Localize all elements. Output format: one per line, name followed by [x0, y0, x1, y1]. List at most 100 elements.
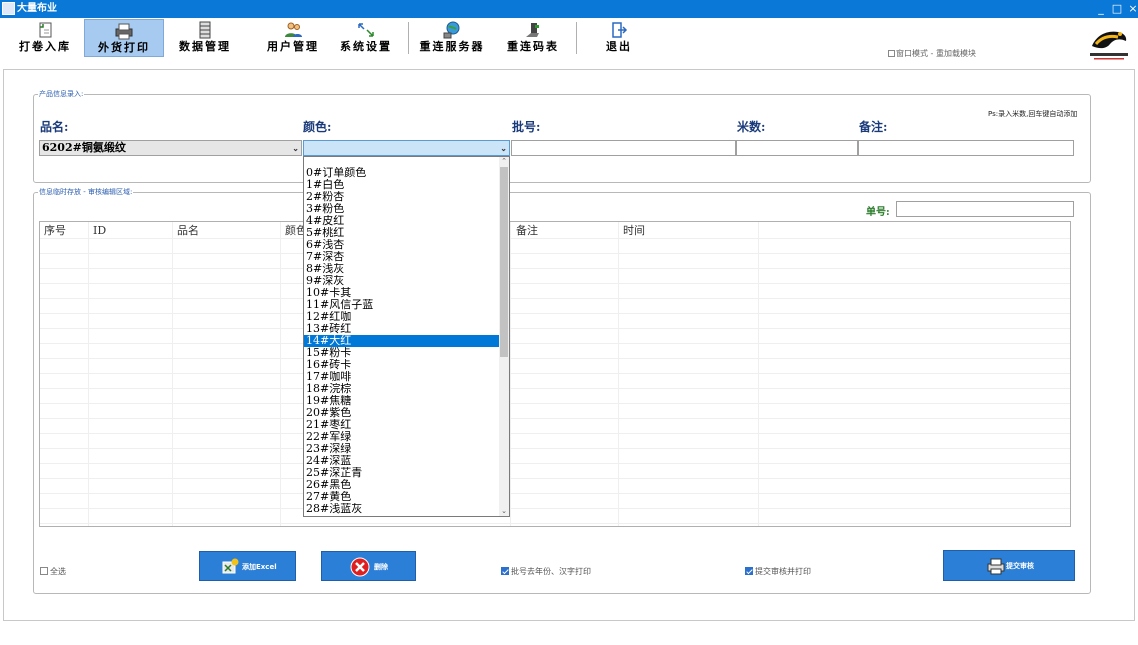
table-row-line	[40, 463, 1070, 464]
product-name-value: 6202#铜氨缎纹	[42, 141, 126, 154]
window-mode-checkbox[interactable]	[888, 50, 895, 57]
color-option[interactable]: 7#深杏	[304, 251, 500, 263]
color-option[interactable]: 16#砖卡	[304, 359, 500, 371]
table-row-line	[40, 313, 1070, 314]
batch-no-year-label: 批号去年份、汉字打印	[511, 567, 591, 576]
window-title: 大量布业	[17, 3, 57, 14]
color-option[interactable]: 13#砖红	[304, 323, 500, 335]
group-legend: 信息临时存放 - 审核编辑区域:	[38, 187, 134, 197]
close-button[interactable]: ×	[1126, 1, 1138, 17]
table-row-line	[40, 268, 1070, 269]
tab-exit[interactable]: 退出	[594, 19, 644, 57]
delete-label: 删除	[374, 563, 388, 571]
toolbar-separator	[576, 22, 577, 54]
scroll-up-icon[interactable]: ⌃	[499, 157, 509, 166]
column-header-id[interactable]: ID	[93, 223, 106, 238]
tab-data-management[interactable]: 数据管理	[174, 19, 236, 57]
checkbox-box[interactable]	[745, 567, 753, 575]
color-option[interactable]: 5#桃红	[304, 227, 500, 239]
color-option[interactable]: 8#浅灰	[304, 263, 500, 275]
color-combobox[interactable]: ⌄	[303, 140, 510, 156]
color-option[interactable]: 27#黄色	[304, 491, 500, 503]
color-option[interactable]: 14#大红	[304, 335, 500, 347]
records-table[interactable]: 序号 ID 品名 颜色 备注 时间	[39, 221, 1071, 527]
add-excel-button[interactable]: 添加Excel	[199, 551, 296, 581]
color-option[interactable]: 2#粉杏	[304, 191, 500, 203]
column-header-time[interactable]: 时间	[623, 223, 645, 238]
select-all-checkbox[interactable]: 全选	[40, 566, 66, 577]
checkbox-box[interactable]	[40, 567, 48, 575]
dropdown-scrollbar[interactable]: ⌃ ⌄	[499, 157, 509, 516]
excel-plus-icon	[222, 558, 239, 574]
table-row-line	[40, 373, 1070, 374]
color-option[interactable]: 17#咖啡	[304, 371, 500, 383]
checkbox-box[interactable]	[501, 567, 509, 575]
tab-label: 外货打印	[98, 41, 150, 54]
color-options[interactable]: 0#订单颜色 1#白色 2#粉杏 3#粉色 4#皮红 5#桃红 6#浅杏 7#深杏 8#浅灰 9#…	[304, 167, 500, 515]
toolbar: 打卷入库 外货打印 数据管理 用户管理 系统设置 重连服务器 重连码表 退出 窗…	[0, 18, 1138, 66]
exit-icon	[612, 22, 628, 38]
table-column-line	[758, 222, 759, 526]
remark-input[interactable]	[858, 140, 1074, 156]
color-option[interactable]: 6#浅杏	[304, 239, 500, 251]
color-option[interactable]: 4#皮红	[304, 215, 500, 227]
toolbar-separator	[408, 22, 409, 54]
tab-user-management[interactable]: 用户管理	[260, 19, 326, 57]
color-option[interactable]: 10#卡其	[304, 287, 500, 299]
tab-reconnect-scale[interactable]: 重连码表	[500, 19, 566, 57]
color-dropdown-list[interactable]: 0#订单颜色 1#白色 2#粉杏 3#粉色 4#皮红 5#桃红 6#浅杏 7#深杏 8#浅灰 9#…	[303, 156, 510, 517]
scroll-down-icon[interactable]: ⌄	[499, 507, 509, 516]
column-header-seq[interactable]: 序号	[44, 223, 66, 238]
tab-reconnect-server[interactable]: 重连服务器	[414, 19, 490, 57]
order-number-input[interactable]	[896, 201, 1074, 217]
batch-input[interactable]	[511, 140, 736, 156]
color-option[interactable]: 19#焦糖	[304, 395, 500, 407]
maximize-button[interactable]: □	[1110, 1, 1124, 17]
chevron-down-icon[interactable]: ⌄	[500, 141, 507, 155]
color-option[interactable]: 25#深芷青	[304, 467, 500, 479]
meters-input[interactable]	[736, 140, 858, 156]
delete-button[interactable]: 删除	[321, 551, 416, 581]
submit-print-checkbox[interactable]: 提交审核并打印	[745, 566, 811, 577]
color-option[interactable]: 23#深绿	[304, 443, 500, 455]
window-mode-toggle[interactable]: 窗口模式 - 重加载模块	[888, 48, 976, 59]
table-row-line	[40, 343, 1070, 344]
color-option[interactable]: 11#风信子蓝	[304, 299, 500, 311]
company-logo	[1090, 31, 1128, 60]
color-option[interactable]: 9#深灰	[304, 275, 500, 287]
product-name-combobox[interactable]: 6202#铜氨缎纹 ⌄	[39, 140, 302, 156]
table-row-line	[40, 358, 1070, 359]
color-option[interactable]: 15#粉卡	[304, 347, 500, 359]
column-header-name[interactable]: 品名	[177, 223, 199, 238]
color-option[interactable]: 22#军绿	[304, 431, 500, 443]
table-row-line	[40, 388, 1070, 389]
color-option[interactable]: 26#黑色	[304, 479, 500, 491]
table-row-line	[40, 418, 1070, 419]
tab-outbound-print[interactable]: 外货打印	[84, 19, 164, 57]
column-header-remark[interactable]: 备注	[516, 223, 538, 238]
tab-label: 退出	[606, 40, 632, 53]
minimize-button[interactable]: _	[1094, 1, 1108, 17]
color-option[interactable]: 0#订单颜色	[304, 167, 500, 179]
delete-x-icon	[350, 557, 370, 577]
submit-review-button[interactable]: 提交审核	[943, 550, 1075, 581]
tab-label: 重连码表	[507, 40, 559, 53]
tab-roll-storage[interactable]: 打卷入库	[14, 19, 76, 57]
color-option[interactable]: 12#红咖	[304, 311, 500, 323]
batch-no-year-checkbox[interactable]: 批号去年份、汉字打印	[501, 566, 591, 577]
table-row-line	[40, 508, 1070, 509]
tab-label: 重连服务器	[419, 40, 485, 53]
app-window: 大量布业 _ □ × 打卷入库 外货打印 数据管理 用户管理 系统设置 重连服务…	[0, 0, 1138, 645]
color-option[interactable]: 24#深蓝	[304, 455, 500, 467]
tab-system-settings[interactable]: 系统设置	[334, 19, 398, 57]
color-option[interactable]: 28#浅蓝灰	[304, 503, 500, 515]
color-option[interactable]: 21#枣红	[304, 419, 500, 431]
color-option[interactable]: 3#粉色	[304, 203, 500, 215]
color-option[interactable]: 1#白色	[304, 179, 500, 191]
color-option[interactable]: 18#浣棕	[304, 383, 500, 395]
chevron-down-icon[interactable]: ⌄	[292, 141, 299, 155]
users-icon	[285, 22, 302, 37]
globe-network-icon	[443, 21, 460, 39]
scroll-thumb[interactable]	[500, 167, 508, 357]
color-option[interactable]: 20#紫色	[304, 407, 500, 419]
